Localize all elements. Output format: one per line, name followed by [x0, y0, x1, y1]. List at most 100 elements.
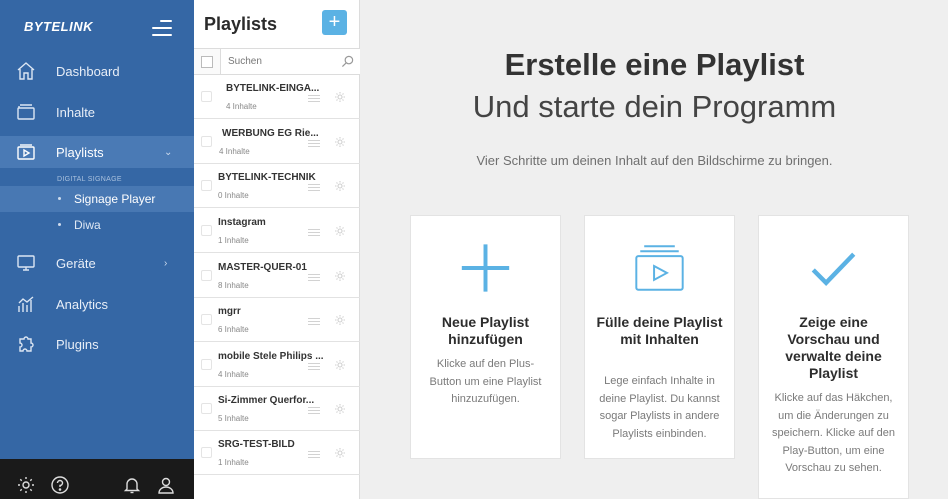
step-card-fill-playlist: Fülle deine Playlist mit Inhalten Lege e…: [584, 215, 735, 459]
nav-item-analytics[interactable]: Analytics: [0, 288, 194, 320]
bullet-icon: [58, 223, 61, 226]
playlist-count: 1 Inhalte: [218, 458, 249, 467]
playlist-name: Instagram: [218, 217, 266, 228]
sub-item-diwa[interactable]: Diwa: [0, 212, 194, 238]
step-card-new-playlist: Neue Playlist hinzufügen Klicke auf den …: [410, 215, 561, 459]
row-settings-gear-icon[interactable]: [334, 359, 346, 371]
search-icon[interactable]: [341, 55, 354, 68]
intro-text: Vier Schritte um deinen Inhalt auf den B…: [476, 153, 833, 168]
nav-label: Inhalte: [56, 104, 96, 120]
plus-icon: [461, 244, 510, 292]
add-playlist-button[interactable]: +: [322, 10, 347, 35]
search-bar: [194, 48, 360, 75]
row-checkbox[interactable]: [201, 359, 212, 370]
row-checkbox[interactable]: [201, 136, 212, 147]
card-title: Neue Playlist hinzufügen: [441, 314, 530, 347]
playlist-name: mgrr: [218, 306, 241, 317]
monitor-icon: [17, 255, 35, 271]
playlist-name: BYTELINK-EINGA...: [226, 83, 320, 94]
row-checkbox[interactable]: [201, 225, 212, 236]
search-input[interactable]: [220, 49, 360, 74]
user-profile-icon[interactable]: [156, 475, 176, 495]
playlist-row[interactable]: Si-Zimmer Querfor... 5 Inhalte: [194, 387, 360, 431]
playlist-row[interactable]: SRG-TEST-BILD 1 Inhalte: [194, 431, 360, 475]
sidebar: BYTELINK Dashboard Inhalte Playlists ⌄ D…: [0, 0, 194, 499]
row-settings-gear-icon[interactable]: [334, 403, 346, 415]
playlist-row[interactable]: mgrr 6 Inhalte: [194, 298, 360, 342]
playlist-name: WERBUNG EG Rie...: [222, 128, 319, 139]
playlist-name: MASTER-QUER-01: [218, 262, 307, 273]
playlist-icon: [17, 144, 35, 160]
nav-item-plugins[interactable]: Plugins: [0, 328, 194, 360]
drag-handle-icon[interactable]: [308, 451, 320, 458]
select-all-checkbox[interactable]: [201, 56, 213, 68]
playlist-name: mobile Stele Philips ...: [218, 351, 324, 362]
help-icon[interactable]: [50, 475, 70, 495]
card-title: Fülle deine Playlist mit Inhalten: [596, 314, 723, 347]
nav-item-playlists[interactable]: Playlists ⌄: [0, 136, 194, 168]
nav-item-geraete[interactable]: Geräte ›: [0, 247, 194, 279]
row-settings-gear-icon[interactable]: [334, 91, 346, 103]
row-checkbox[interactable]: [201, 91, 212, 102]
playlist-row[interactable]: WERBUNG EG Rie... 4 Inhalte: [194, 120, 360, 164]
playlist-count: 1 Inhalte: [218, 236, 249, 245]
sub-item-signage-player[interactable]: Signage Player: [0, 186, 194, 212]
drag-handle-icon[interactable]: [308, 140, 320, 147]
row-checkbox[interactable]: [201, 447, 212, 458]
row-checkbox[interactable]: [201, 270, 212, 281]
notification-bell-icon[interactable]: [122, 475, 142, 495]
play-stack-icon: [635, 245, 684, 291]
drag-handle-icon[interactable]: [308, 274, 320, 281]
playlist-count: 5 Inhalte: [218, 414, 249, 423]
playlist-name: SRG-TEST-BILD: [218, 439, 295, 450]
playlist-count: 8 Inhalte: [218, 281, 249, 290]
sidebar-footer: [0, 459, 194, 499]
playlist-row[interactable]: MASTER-QUER-01 8 Inhalte: [194, 254, 360, 298]
playlist-count: 6 Inhalte: [218, 325, 249, 334]
nav-label: Geräte: [56, 255, 96, 271]
row-settings-gear-icon[interactable]: [334, 225, 346, 237]
sub-item-label: Signage Player: [74, 192, 156, 206]
row-checkbox[interactable]: [201, 180, 212, 191]
row-settings-gear-icon[interactable]: [334, 180, 346, 192]
nav-label: Dashboard: [56, 63, 120, 79]
section-label: DIGITAL SIGNAGE: [57, 176, 122, 183]
drag-handle-icon[interactable]: [308, 229, 320, 236]
drag-handle-icon[interactable]: [308, 184, 320, 191]
drag-handle-icon[interactable]: [308, 318, 320, 325]
analytics-chart-icon: [18, 296, 34, 312]
chevron-down-icon: ⌄: [164, 146, 173, 158]
playlist-row[interactable]: BYTELINK-TECHNIK 0 Inhalte: [194, 164, 360, 208]
nav-label: Analytics: [56, 296, 109, 312]
card-title: Zeige eine Vorschau und verwalte deine P…: [785, 314, 882, 381]
menu-toggle-icon[interactable]: [152, 20, 172, 36]
row-settings-gear-icon[interactable]: [334, 270, 346, 282]
playlist-name: Si-Zimmer Querfor...: [218, 395, 315, 406]
main-content: Erstelle eine Playlist Und starte dein P…: [361, 0, 948, 499]
drag-handle-icon[interactable]: [308, 363, 320, 370]
page-subtitle: Und starte dein Programm: [472, 89, 837, 124]
nav-label: Playlists: [56, 144, 104, 160]
settings-gear-icon[interactable]: [16, 475, 36, 495]
playlist-row[interactable]: mobile Stele Philips ... 4 Inhalte: [194, 343, 360, 387]
row-settings-gear-icon[interactable]: [334, 447, 346, 459]
row-settings-gear-icon[interactable]: [334, 136, 346, 148]
row-checkbox[interactable]: [201, 403, 212, 414]
sub-item-label: Diwa: [74, 218, 101, 232]
playlist-row[interactable]: BYTELINK-EINGA... 4 Inhalte: [194, 75, 360, 119]
nav-item-inhalte[interactable]: Inhalte: [0, 96, 194, 128]
drag-handle-icon[interactable]: [308, 407, 320, 414]
nav-item-dashboard[interactable]: Dashboard: [0, 55, 194, 87]
row-settings-gear-icon[interactable]: [334, 314, 346, 326]
logo: BYTELINK: [24, 19, 93, 34]
nav-label: Plugins: [56, 336, 99, 352]
playlist-row[interactable]: Instagram 1 Inhalte: [194, 209, 360, 253]
drag-handle-icon[interactable]: [308, 95, 320, 102]
chevron-right-icon: ›: [164, 257, 168, 269]
playlist-count: 4 Inhalte: [226, 102, 257, 111]
card-text: Klicke auf den Plus-Button um eine Playl…: [429, 358, 542, 405]
step-card-preview: Zeige eine Vorschau und verwalte deine P…: [758, 215, 909, 499]
row-checkbox[interactable]: [201, 314, 212, 325]
home-icon: [17, 62, 35, 80]
playlist-count: 0 Inhalte: [218, 191, 249, 200]
